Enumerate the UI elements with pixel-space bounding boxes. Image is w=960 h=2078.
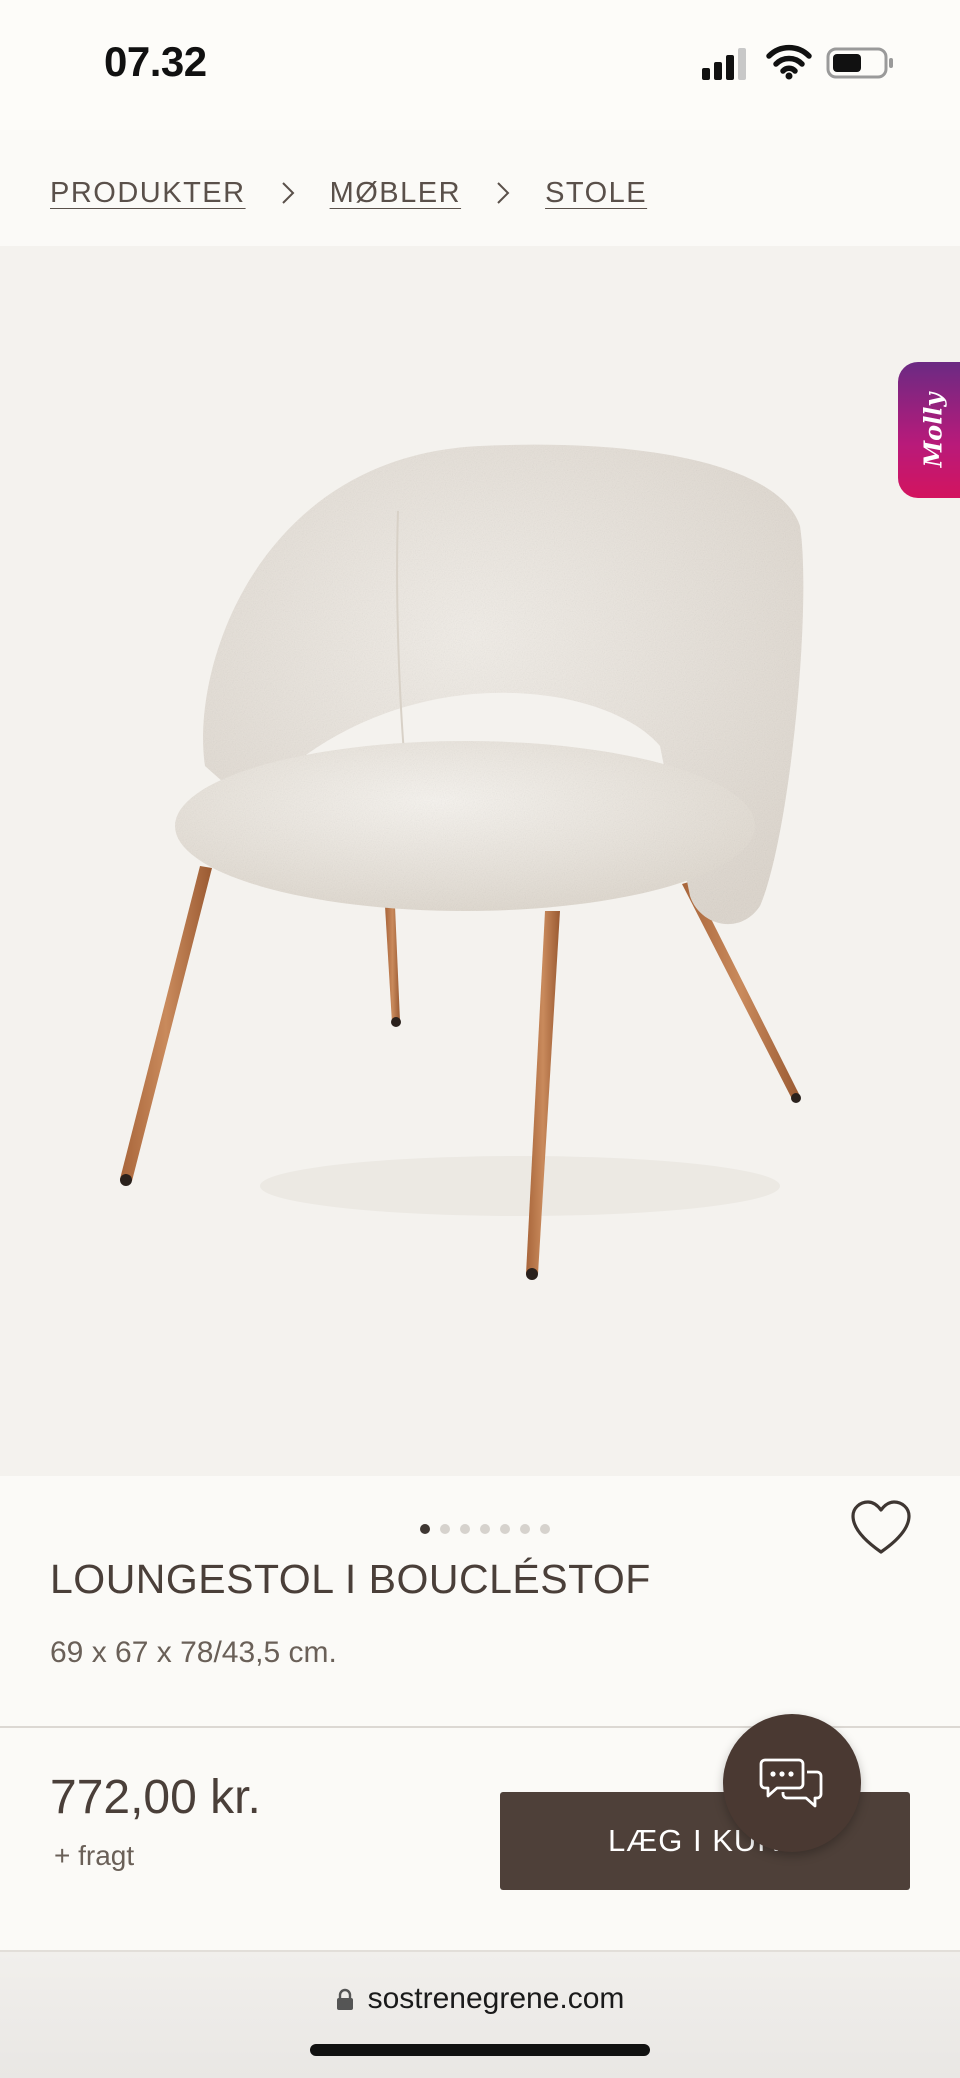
gallery-dot[interactable] xyxy=(460,1524,470,1534)
status-time: 07.32 xyxy=(104,38,207,85)
battery-icon xyxy=(826,47,893,79)
product-image xyxy=(120,444,804,1280)
molly-label: Molly xyxy=(918,392,948,468)
molly-assistant-tab[interactable]: Molly xyxy=(898,362,960,498)
product-title: LOUNGESTOL I BOUCLÉSTOF xyxy=(50,1556,651,1602)
gallery-dot[interactable] xyxy=(500,1524,510,1534)
gallery-dot[interactable] xyxy=(540,1524,550,1534)
breadcrumb: PRODUKTER MØBLER STOLE xyxy=(50,170,647,216)
heart-outline-icon[interactable] xyxy=(848,1498,914,1558)
breadcrumb-produkter[interactable]: PRODUKTER xyxy=(50,177,246,210)
gallery-dot[interactable] xyxy=(520,1524,530,1534)
freight-note: + fragt xyxy=(54,1840,135,1871)
cellular-signal-icon xyxy=(702,48,746,80)
product-dimensions: 69 x 67 x 78/43,5 cm. xyxy=(50,1636,337,1669)
gallery-pagination-dots xyxy=(420,1524,550,1534)
chat-bubbles-icon xyxy=(759,1758,823,1808)
lock-icon xyxy=(336,1988,353,2010)
breadcrumb-stole[interactable]: STOLE xyxy=(545,177,647,210)
gallery-dot[interactable] xyxy=(420,1524,430,1534)
chevron-right-icon xyxy=(281,182,294,204)
breadcrumb-mobler[interactable]: MØBLER xyxy=(330,177,461,210)
gallery-dot[interactable] xyxy=(480,1524,490,1534)
chevron-right-icon xyxy=(497,182,510,204)
gallery-dot[interactable] xyxy=(440,1524,450,1534)
home-indicator[interactable] xyxy=(310,2044,650,2056)
wifi-icon xyxy=(766,44,812,80)
product-price: 772,00 kr. xyxy=(50,1771,261,1824)
url-display[interactable]: sostrenegrene.com xyxy=(0,1982,960,2016)
url-text: sostrenegrene.com xyxy=(367,1982,625,2015)
product-image-gallery[interactable] xyxy=(0,246,960,1476)
chat-button[interactable] xyxy=(723,1714,861,1852)
